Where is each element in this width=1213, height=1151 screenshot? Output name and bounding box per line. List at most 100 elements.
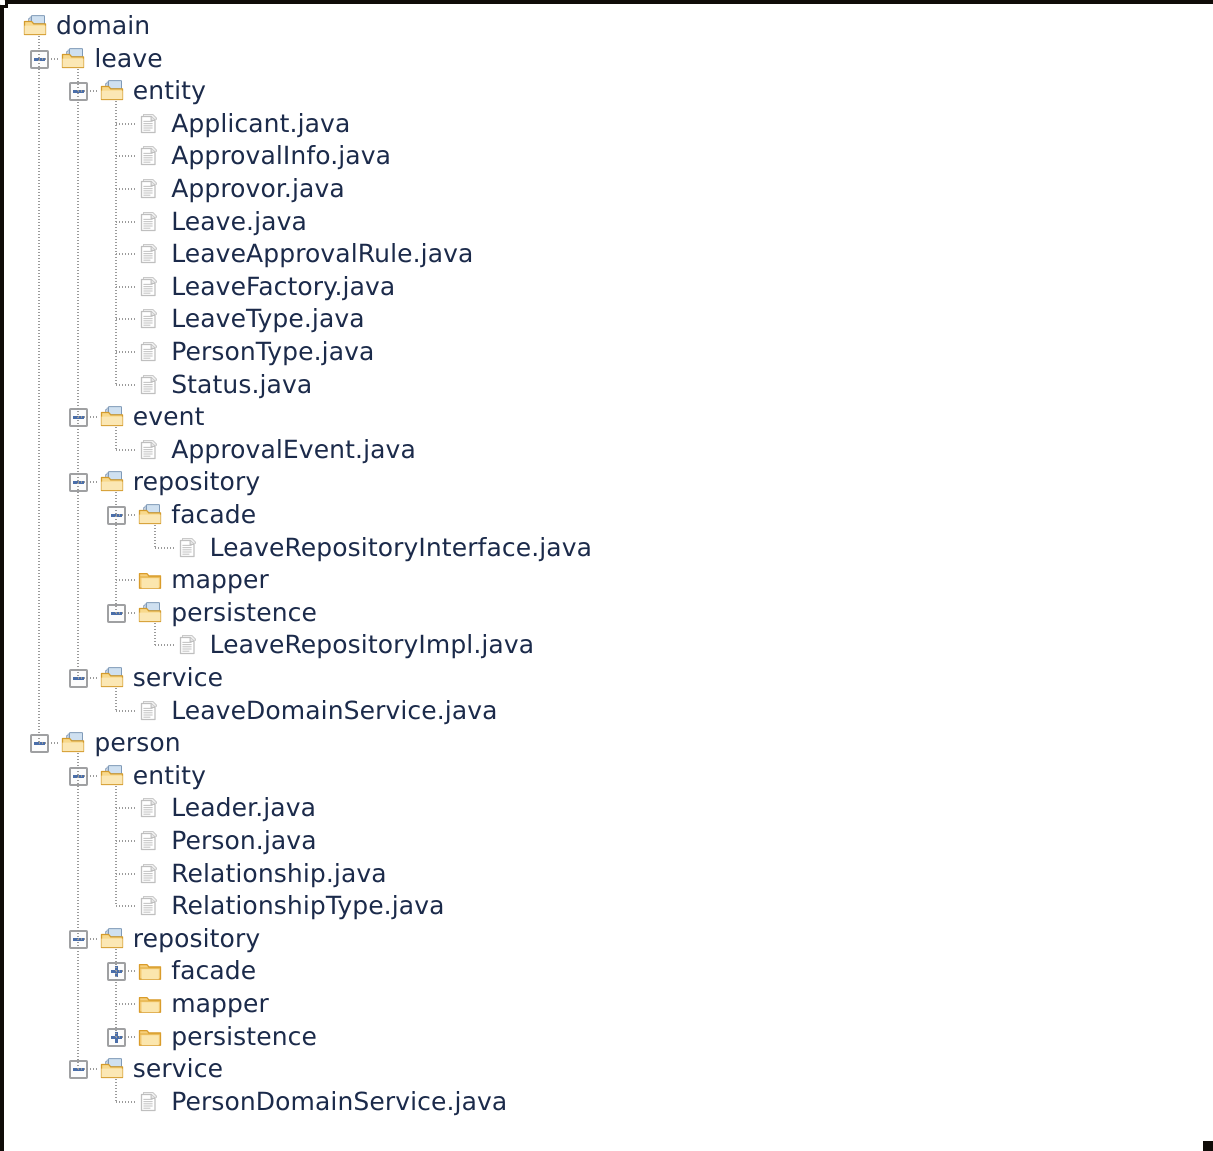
tree-item-label: entity [132,760,206,790]
java-file-icon-svg [179,635,196,655]
tree-guide-elbow [116,872,138,875]
tree-item-label: mapper [171,989,269,1018]
java-file-icon-svg [141,798,158,818]
tree-guide-elbow [116,807,138,810]
java-file-icon-svg [141,179,158,199]
folder-open-icon [99,927,127,951]
folder-open-icon-svg [100,667,123,688]
tree-guide-elbow [77,90,99,93]
tree-item-label: domain [56,11,151,40]
java-file-icon [137,210,165,234]
java-file-icon-svg [141,1091,158,1111]
tree-guide-elbow [154,644,176,647]
tree-item-label: Applicant.java [171,108,351,138]
java-file-icon [137,144,165,168]
tree-guide-elbow [116,840,138,842]
tree-item-label: ApprovalEvent.java [171,434,416,464]
tree-guide-trunk [115,688,118,711]
tree-guide-elbow [116,253,138,256]
java-file-icon-svg [141,309,158,329]
java-file-icon [137,699,165,723]
folder-open-icon-svg [100,764,123,785]
tree-item-label: LeaveFactory.java [171,271,396,301]
tree-guide-elbow [116,188,138,190]
folder-closed-icon-svg [139,996,162,1013]
tree-item-label: mapper [171,565,269,595]
tree-item-label: PersonType.java [171,337,375,366]
java-file-icon [137,862,165,886]
java-file-icon [137,373,165,397]
java-file-icon-svg [141,374,158,394]
tree-guide-elbow [154,546,176,549]
java-file-icon-svg [141,113,158,133]
java-file-icon-svg [141,831,158,851]
folder-open-icon [99,470,127,494]
folder-closed-icon [137,959,165,983]
java-file-icon [137,307,165,331]
tree-item-label: Relationship.java [171,858,387,888]
folder-open-icon-svg [100,471,123,492]
tree-item-label: persistence [171,597,317,627]
java-file-icon [137,340,165,364]
folder-open-icon-svg [100,927,123,948]
tree-guide-elbow [77,677,99,679]
folder-open-icon-svg [23,15,47,36]
tree-guide-elbow [116,448,138,451]
tree-item-label: Approvor.java [171,174,345,203]
java-file-icon [137,829,165,853]
folder-open-icon [99,79,127,103]
java-file-icon-svg [179,537,196,557]
tree-guide-trunk [115,101,118,385]
tree-guide-elbow [116,970,138,973]
tree-guide-elbow [116,1035,138,1038]
tree-guide-trunk [115,427,118,450]
tree-item-label: persistence [171,1021,317,1051]
folder-open-icon-svg [100,406,123,427]
tree-item-label: Status.java [171,369,313,399]
folder-closed-icon [137,1025,165,1049]
tree-guide-elbow [116,285,138,288]
tree-guide-elbow [116,709,138,712]
folder-open-icon-svg [62,47,85,68]
folder-open-icon [99,666,127,690]
tree-guide-trunk [153,525,156,548]
folder-open-icon-svg [100,80,123,101]
tree-guide-trunk [153,622,156,646]
tree-item-label: service [132,1054,224,1084]
tree-guide-elbow [116,351,138,353]
tree-item-label: LeaveRepositoryInterface.java [209,532,593,562]
folder-closed-icon [137,568,165,592]
folder-open-icon [137,601,165,625]
folder-open-icon-svg [139,504,162,525]
tree-guide-trunk [76,68,79,678]
java-file-icon-svg [141,863,158,883]
tree-item-label: ApprovalInfo.java [171,141,392,171]
folder-open-icon-svg [100,1058,123,1079]
tree-item-label: event [132,402,205,432]
tree-item-label: Leader.java [171,793,317,823]
tree-guide-elbow [116,1100,138,1103]
tree-guide-elbow [77,481,99,484]
tree-guide-trunk [38,36,41,744]
tree-item-label: LeaveRepositoryImpl.java [209,630,535,660]
tree-guide-elbow [39,57,61,60]
tree-guide-elbow [116,220,138,223]
tree-guide-elbow [39,742,61,745]
tree-item-label: LeaveType.java [171,304,365,334]
tree-item-label: RelationshipType.java [171,891,445,921]
java-file-icon [137,177,165,201]
tree-item-label: facade [171,500,257,529]
tree-item-label: LeaveApprovalRule.java [171,239,474,269]
tree-guide-elbow [116,383,138,386]
folder-closed-icon-svg [139,1029,162,1046]
file-tree[interactable]: domain leave entity Applicant.java Appro… [0,0,1213,1151]
tree-item-label: Leave.java [171,206,307,236]
java-file-icon [137,894,165,918]
tree-item-label: Person.java [171,826,317,855]
java-file-icon [137,796,165,820]
java-file-icon-svg [141,276,158,296]
java-file-icon-svg [141,146,158,166]
folder-open-icon-svg [62,732,85,753]
folder-closed-icon-svg [139,573,162,590]
java-file-icon [137,242,165,266]
